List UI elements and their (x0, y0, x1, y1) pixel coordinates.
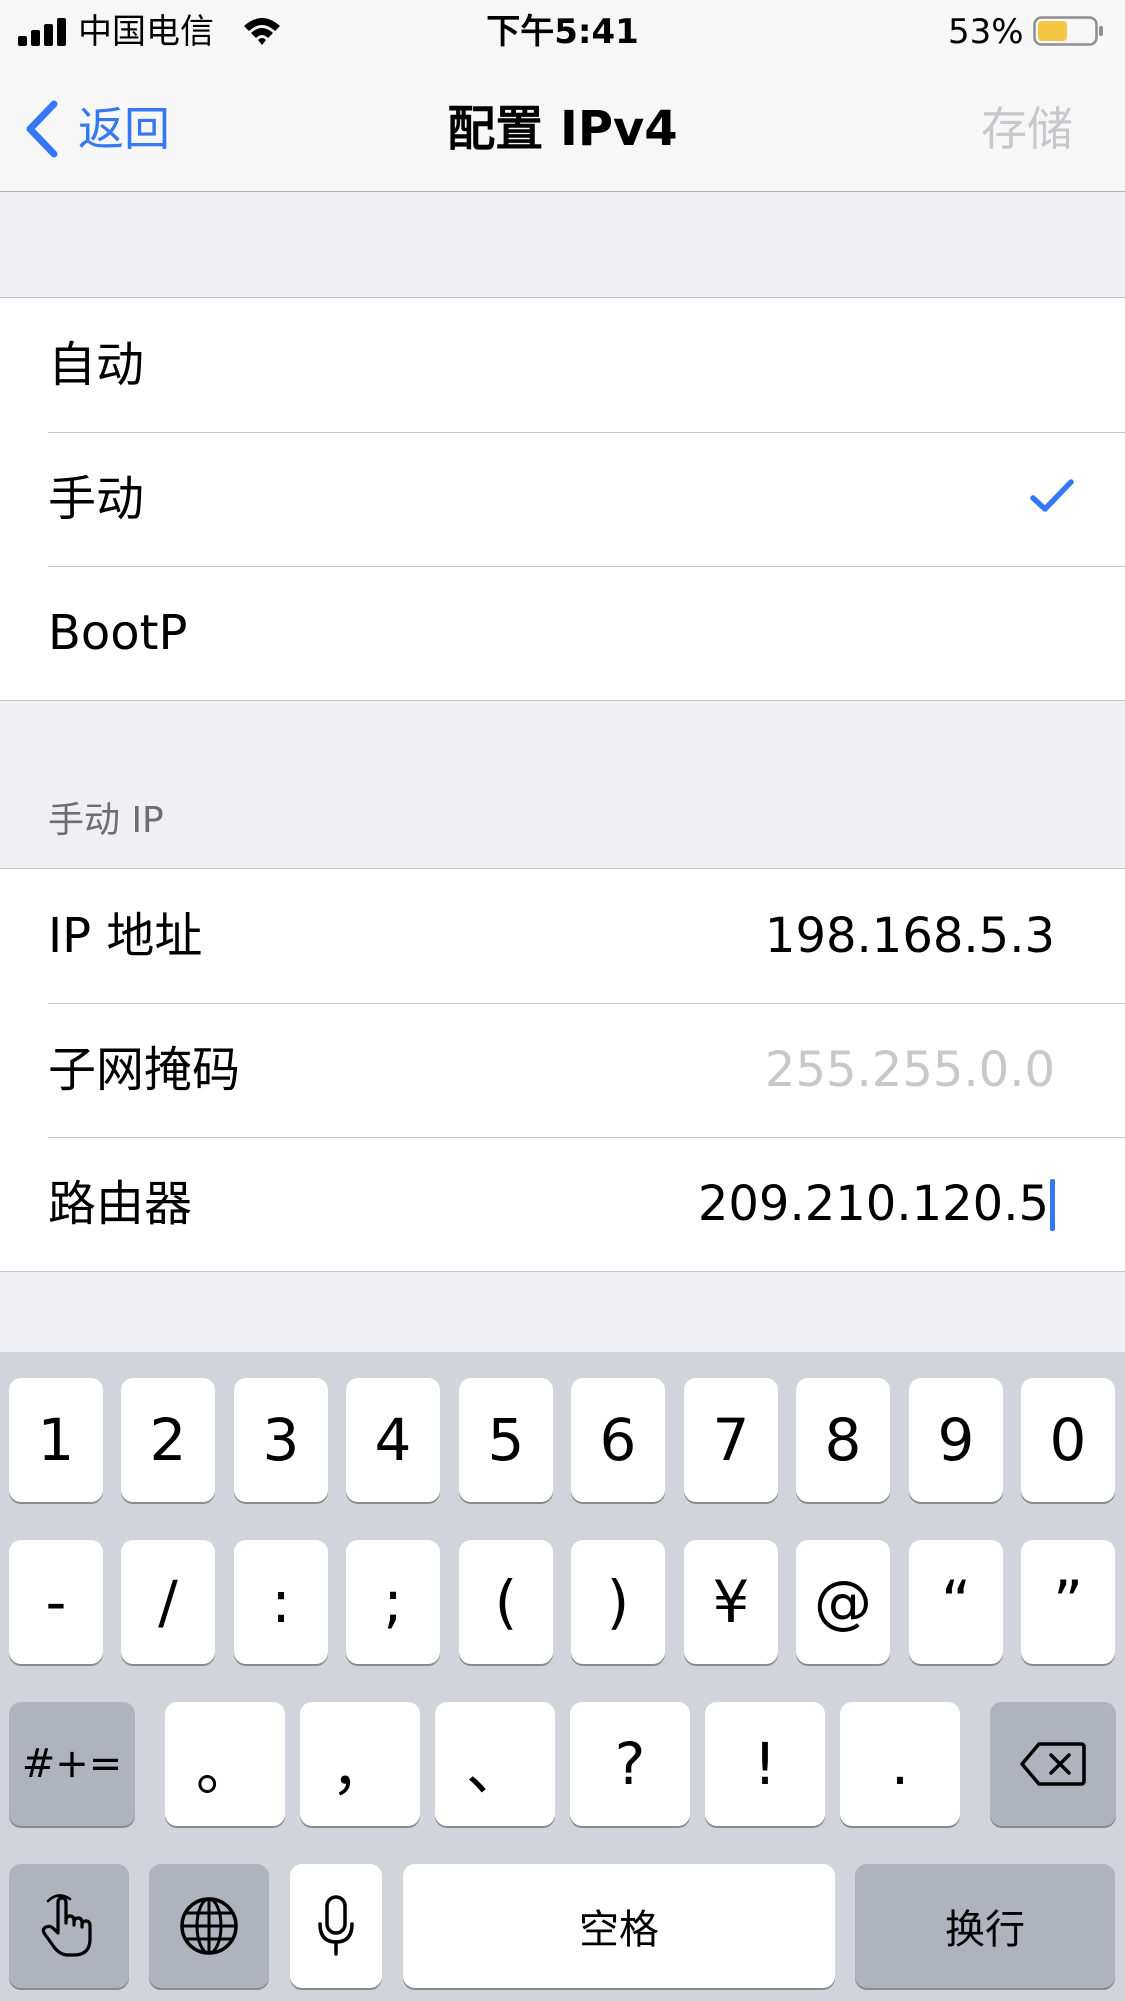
space-key[interactable]: 空格 (403, 1864, 835, 1988)
key-open-quote[interactable]: “ (909, 1540, 1003, 1664)
key-slash[interactable]: / (121, 1540, 215, 1664)
option-label: BootP (48, 605, 188, 661)
dictation-key[interactable] (290, 1864, 382, 1988)
battery-icon (1033, 16, 1103, 46)
language-key[interactable] (149, 1864, 269, 1988)
key-at[interactable]: @ (796, 1540, 890, 1664)
key-colon[interactable]: : (234, 1540, 328, 1664)
keyboard: 1 2 3 4 5 6 7 8 9 0 - / : ; ( ) ¥ @ “ ” … (0, 1352, 1125, 2001)
manual-ip-fields: IP 地址 198.168.5.3 子网掩码 255.255.0.0 路由器 2… (0, 868, 1125, 1272)
key-8[interactable]: 8 (796, 1378, 890, 1502)
ip-address-row[interactable]: IP 地址 198.168.5.3 (0, 869, 1125, 1003)
key-close-paren[interactable]: ) (571, 1540, 665, 1664)
delete-icon (1020, 1742, 1086, 1786)
ip-address-input[interactable]: 198.168.5.3 (555, 869, 1055, 1003)
key-period-cjk[interactable]: 。 (165, 1702, 285, 1826)
microphone-icon (318, 1895, 354, 1956)
field-label: 路由器 (48, 1176, 193, 1232)
key-open-paren[interactable]: ( (459, 1540, 553, 1664)
key-6[interactable]: 6 (571, 1378, 665, 1502)
key-comma[interactable]: ， (300, 1702, 420, 1826)
option-label: 自动 (48, 337, 145, 393)
delete-key[interactable] (990, 1702, 1116, 1826)
key-2[interactable]: 2 (121, 1378, 215, 1502)
section-header-manual-ip: 手动 IP (48, 800, 164, 841)
battery-percentage: 53% (948, 12, 1024, 52)
option-automatic[interactable]: 自动 (0, 298, 1125, 432)
subnet-mask-row[interactable]: 子网掩码 255.255.0.0 (0, 1003, 1125, 1137)
key-close-quote[interactable]: ” (1021, 1540, 1115, 1664)
option-manual[interactable]: 手动 (0, 432, 1125, 566)
key-7[interactable]: 7 (684, 1378, 778, 1502)
save-button[interactable]: 存储 (981, 94, 1073, 164)
key-3[interactable]: 3 (234, 1378, 328, 1502)
return-key[interactable]: 换行 (855, 1864, 1115, 1988)
key-more-symbols[interactable]: #+= (9, 1702, 135, 1826)
handwriting-key[interactable] (9, 1864, 129, 1988)
key-5[interactable]: 5 (459, 1378, 553, 1502)
ipv4-mode-list: 自动 手动 BootP (0, 297, 1125, 701)
page-title: 配置 IPv4 (447, 101, 678, 157)
key-question[interactable]: ? (570, 1702, 690, 1826)
globe-icon (180, 1897, 238, 1955)
key-hyphen[interactable]: - (9, 1540, 103, 1664)
key-0[interactable]: 0 (1021, 1378, 1115, 1502)
option-bootp[interactable]: BootP (0, 566, 1125, 700)
key-semicolon[interactable]: ; (346, 1540, 440, 1664)
option-label: 手动 (48, 471, 145, 527)
hand-icon (41, 1894, 92, 1957)
key-enumeration-comma[interactable]: 、 (435, 1702, 555, 1826)
key-exclamation[interactable]: ! (705, 1702, 825, 1826)
key-4[interactable]: 4 (346, 1378, 440, 1502)
text-cursor (1050, 1179, 1055, 1231)
checkmark-icon (1030, 479, 1074, 512)
field-label: IP 地址 (48, 908, 203, 964)
key-9[interactable]: 9 (909, 1378, 1003, 1502)
status-bar: 中国电信 下午5:41 53% (0, 0, 1125, 64)
key-period[interactable]: . (840, 1702, 960, 1826)
field-label: 子网掩码 (48, 1042, 241, 1098)
navigation-bar: 返回 配置 IPv4 存储 (0, 64, 1125, 192)
router-input[interactable]: 209.210.120.5 (549, 1137, 1049, 1271)
key-1[interactable]: 1 (9, 1378, 103, 1502)
router-row[interactable]: 路由器 209.210.120.5 (0, 1137, 1125, 1271)
subnet-mask-input[interactable]: 255.255.0.0 (555, 1003, 1055, 1137)
key-yen[interactable]: ¥ (684, 1540, 778, 1664)
